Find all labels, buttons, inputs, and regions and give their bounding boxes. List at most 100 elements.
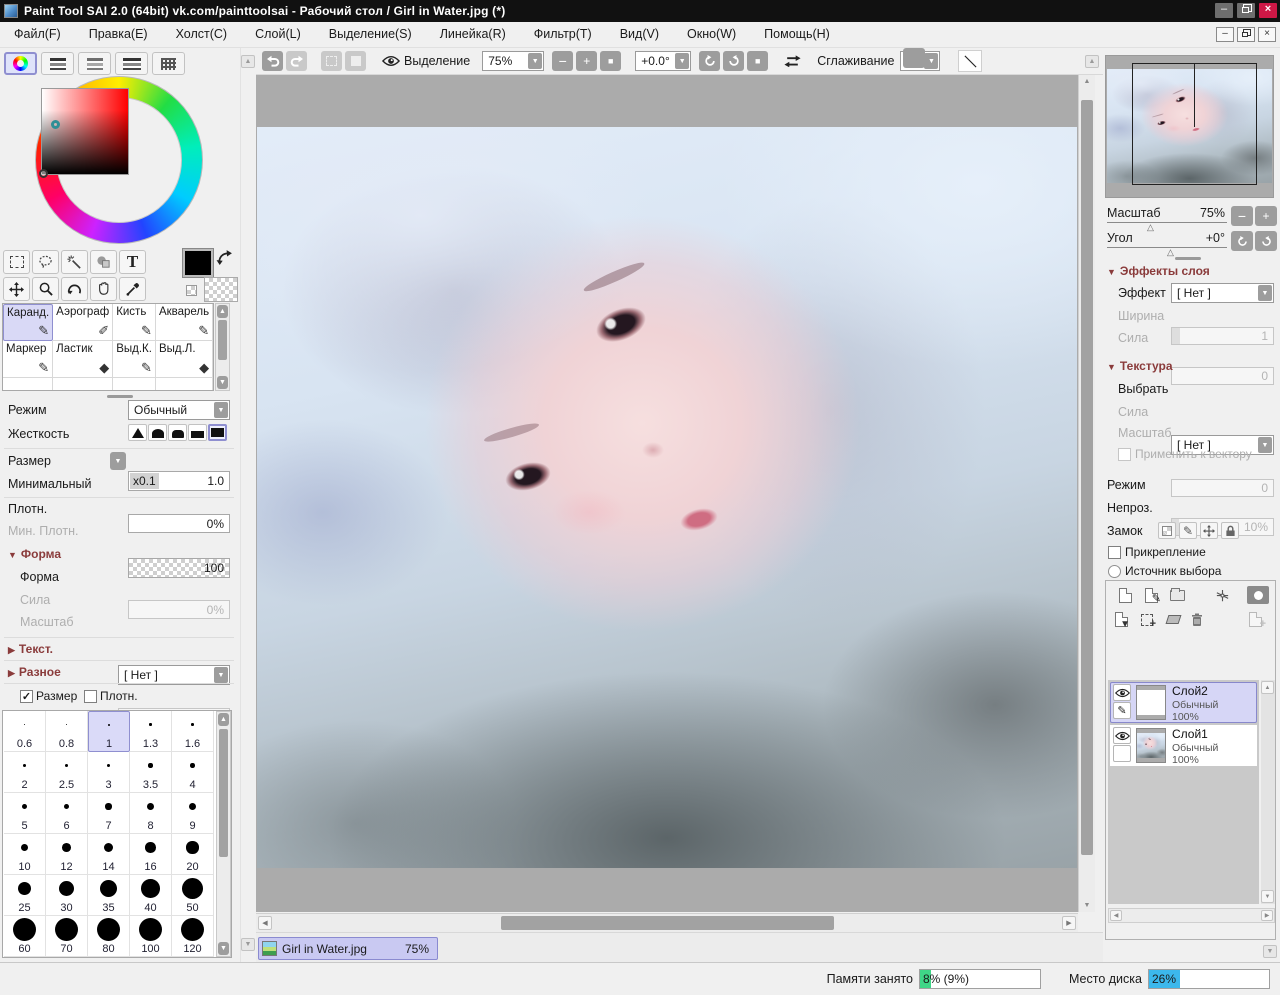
brush-size-10[interactable]: 10 bbox=[4, 834, 46, 875]
document-close-button[interactable]: × bbox=[1258, 27, 1276, 42]
brush-size-40[interactable]: 40 bbox=[130, 875, 172, 916]
menu-item-Окно(W)[interactable]: Окно(W) bbox=[673, 22, 750, 47]
scroll-left-icon[interactable]: ◀ bbox=[258, 916, 272, 930]
tab-swatches-3[interactable] bbox=[115, 52, 148, 75]
hue-marker[interactable] bbox=[51, 120, 60, 129]
brush-size-16[interactable]: 16 bbox=[130, 834, 172, 875]
brush-size-14[interactable]: 14 bbox=[88, 834, 130, 875]
brush-size-3[interactable]: 3 bbox=[88, 752, 130, 793]
tool-hand[interactable] bbox=[90, 277, 117, 301]
misc-section-header[interactable]: ▶Разное bbox=[8, 665, 61, 679]
size-field[interactable]: x0.1 1.0 bbox=[128, 471, 230, 491]
transparent-color-button[interactable] bbox=[186, 285, 197, 296]
brush-size-120[interactable]: 120 bbox=[172, 916, 214, 957]
brush-size-0.8[interactable]: 0.8 bbox=[46, 711, 88, 752]
brush-size-1.3[interactable]: 1.3 bbox=[130, 711, 172, 752]
tool-rect-select[interactable] bbox=[3, 250, 30, 274]
clipping-checkbox[interactable]: Прикрепление bbox=[1108, 545, 1206, 559]
shape-select[interactable]: [ Нет ]▼ bbox=[118, 665, 230, 685]
menu-item-Помощь(H)[interactable]: Помощь(H) bbox=[750, 22, 844, 47]
swap-colors-button[interactable] bbox=[216, 249, 233, 266]
tool-magic-wand[interactable] bbox=[61, 250, 88, 274]
new-folder-button[interactable] bbox=[1166, 586, 1188, 605]
tool-text[interactable]: T bbox=[119, 250, 146, 274]
new-from-selection-button[interactable]: + bbox=[1136, 610, 1158, 629]
stroke-preview-button[interactable] bbox=[958, 50, 982, 72]
scroll-down-icon[interactable]: ▼ bbox=[217, 376, 228, 389]
min-size-field[interactable]: 0% bbox=[128, 514, 230, 533]
brush-cell-clipped[interactable] bbox=[156, 378, 213, 391]
menu-item-Правка(E)[interactable]: Правка(E) bbox=[75, 22, 162, 47]
vector-edit-button[interactable] bbox=[1211, 586, 1233, 605]
brush-grid-scrollbar[interactable]: ▲ ▼ bbox=[215, 303, 230, 391]
document-tab[interactable]: Girl in Water.jpg 75% bbox=[258, 937, 438, 960]
texture-header[interactable]: ▼Текстура bbox=[1107, 359, 1173, 373]
brush-size-100[interactable]: 100 bbox=[130, 916, 172, 957]
density-slider[interactable]: 100 bbox=[128, 558, 230, 578]
new-vector-layer-button[interactable]: ✎ bbox=[1140, 586, 1162, 605]
layer-edit-indicator[interactable] bbox=[1113, 745, 1131, 762]
selection-source-radio[interactable]: Источник выбора bbox=[1108, 564, 1221, 578]
zoom-slider-track[interactable] bbox=[1107, 222, 1227, 223]
window-restore-button[interactable] bbox=[1237, 3, 1255, 18]
scrollbar-thumb[interactable] bbox=[219, 729, 228, 857]
checkbox-unchecked-icon[interactable] bbox=[1108, 546, 1121, 559]
hardness-1-button[interactable] bbox=[128, 424, 147, 441]
zoom-select[interactable]: 75%▼ bbox=[482, 51, 544, 71]
tool-move[interactable] bbox=[3, 277, 30, 301]
brush-Ластик[interactable]: Ластик◆ bbox=[53, 341, 113, 378]
tool-rotate-view[interactable] bbox=[61, 277, 88, 301]
dropdown-arrow-icon[interactable]: ▼ bbox=[214, 667, 228, 683]
brush-size-70[interactable]: 70 bbox=[46, 916, 88, 957]
panel-splitter-handle[interactable] bbox=[1175, 257, 1201, 260]
new-layer-button[interactable] bbox=[1114, 586, 1136, 605]
brush-Аэрограф[interactable]: Аэрограф✐ bbox=[53, 304, 113, 341]
brush-size-6[interactable]: 6 bbox=[46, 793, 88, 834]
lock-paint-button[interactable]: ✎ bbox=[1179, 522, 1197, 539]
angle-slider-marker[interactable]: △ bbox=[1167, 247, 1174, 258]
window-close-button[interactable]: × bbox=[1259, 3, 1277, 18]
checkbox-unchecked-icon[interactable] bbox=[84, 690, 97, 703]
hardness-3-button[interactable] bbox=[168, 424, 187, 441]
tab-swatches-2[interactable] bbox=[78, 52, 111, 75]
scroll-down-icon[interactable]: ▼ bbox=[218, 942, 229, 955]
tool-eyedropper[interactable] bbox=[119, 277, 146, 301]
layers-hscrollbar[interactable]: ◀ ▶ bbox=[1108, 908, 1275, 923]
layer-effects-header[interactable]: ▼Эффекты слоя bbox=[1107, 264, 1210, 278]
collapse-left-panel-button[interactable]: ▲ bbox=[241, 55, 255, 68]
scroll-right-icon[interactable]: ▶ bbox=[1261, 910, 1273, 921]
document-restore-button[interactable] bbox=[1237, 27, 1255, 42]
flip-horizontal-button[interactable] bbox=[784, 55, 801, 68]
scroll-up-icon[interactable]: ▲ bbox=[1261, 681, 1274, 694]
checkbox-unchecked-icon[interactable] bbox=[1118, 448, 1131, 461]
brush-mode-select[interactable]: Обычный▼ bbox=[128, 400, 230, 420]
brush-size-0.6[interactable]: 0.6 bbox=[4, 711, 46, 752]
left-panel-splitter[interactable] bbox=[240, 48, 256, 962]
layer-thumbnail[interactable] bbox=[1136, 728, 1166, 763]
document-minimize-button[interactable]: – bbox=[1216, 27, 1234, 42]
brush-size-7[interactable]: 7 bbox=[88, 793, 130, 834]
tool-shape[interactable] bbox=[90, 250, 117, 274]
navigator[interactable] bbox=[1105, 55, 1274, 198]
rotate-ccw-button[interactable] bbox=[699, 51, 720, 71]
background-color-swatch[interactable] bbox=[204, 277, 238, 302]
canvas-vscrollbar[interactable]: ▲ ▼ bbox=[1078, 75, 1095, 912]
sv-marker[interactable] bbox=[39, 169, 48, 178]
dropdown-arrow-icon[interactable]: ▼ bbox=[675, 53, 689, 69]
brush-size-80[interactable]: 80 bbox=[88, 916, 130, 957]
nav-zoom-out-button[interactable]: − bbox=[1231, 206, 1253, 226]
menu-item-Файл(F)[interactable]: Файл(F) bbox=[0, 22, 75, 47]
tab-swatch-grid[interactable] bbox=[152, 52, 185, 75]
panel-scroll-down-button[interactable]: ▼ bbox=[1263, 945, 1277, 958]
layer-visibility-toggle[interactable] bbox=[1113, 684, 1131, 701]
rotate-reset-button[interactable]: ■ bbox=[747, 51, 768, 71]
size-unit-dropdown[interactable]: ▼ bbox=[110, 452, 126, 470]
scroll-up-icon[interactable]: ▲ bbox=[217, 305, 228, 318]
collapse-right-panel-button[interactable]: ▲ bbox=[1085, 55, 1099, 68]
menu-item-Холст(C)[interactable]: Холст(C) bbox=[162, 22, 242, 47]
window-minimize-button[interactable]: – bbox=[1215, 3, 1233, 18]
scroll-up-icon[interactable]: ▲ bbox=[1079, 78, 1095, 85]
undo-button[interactable] bbox=[262, 51, 283, 71]
texture-section-header[interactable]: ▶Текст. bbox=[8, 642, 53, 656]
brush-size-4[interactable]: 4 bbox=[172, 752, 214, 793]
